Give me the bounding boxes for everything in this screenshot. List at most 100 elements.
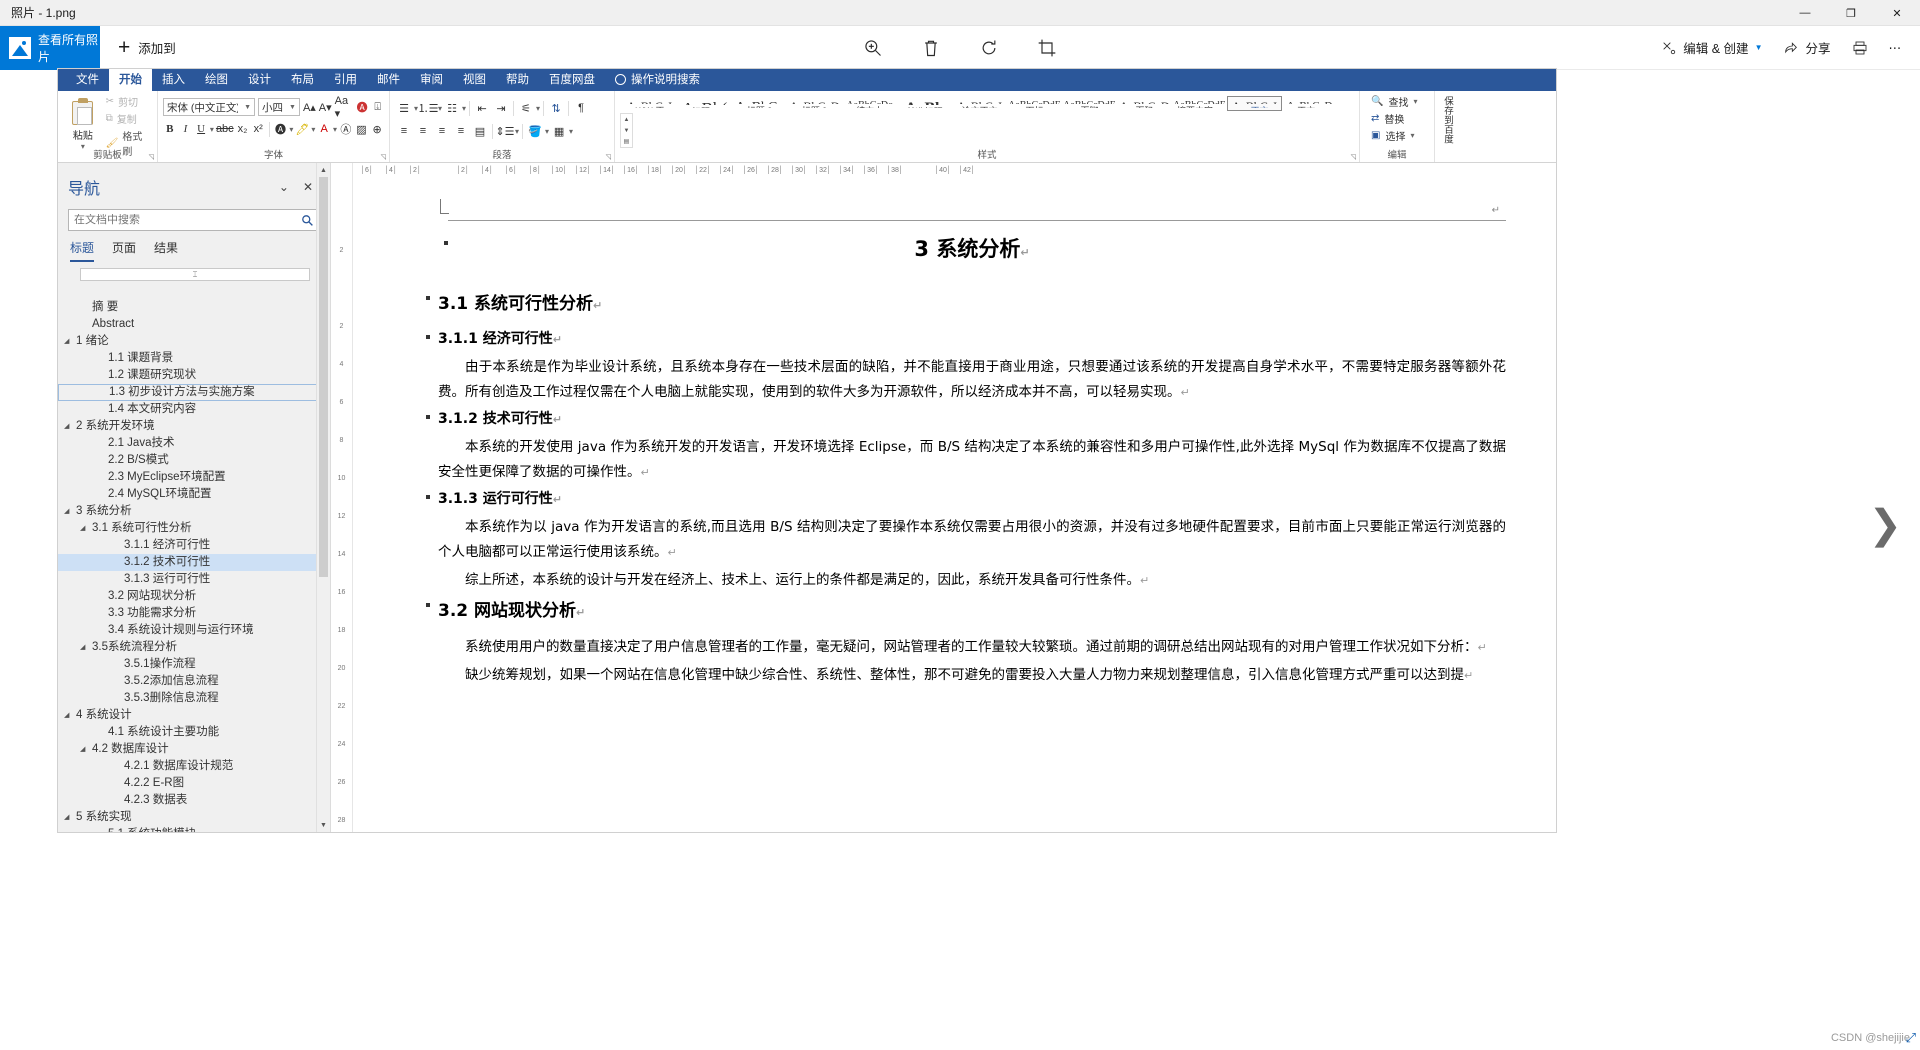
maximize-button[interactable]: ❐ bbox=[1828, 0, 1874, 26]
nav-item[interactable]: ◢ 3 系统分析 bbox=[58, 503, 330, 520]
font-size-combo[interactable]: 小四 ▼ bbox=[258, 98, 300, 116]
nav-item[interactable]: 4.2.2 E-R图 bbox=[58, 775, 330, 792]
nav-item[interactable]: 2.3 MyEclipse环境配置 bbox=[58, 469, 330, 486]
nav-item[interactable]: 3.1.3 运行可行性 bbox=[58, 571, 330, 588]
nav-item[interactable]: 4.2.1 数据库设计规范 bbox=[58, 758, 330, 775]
nav-item[interactable]: 2.1 Java技术 bbox=[58, 435, 330, 452]
tab-draw[interactable]: 绘图 bbox=[195, 69, 238, 91]
crop-icon[interactable] bbox=[1030, 31, 1064, 65]
nav-item[interactable]: 3.1.1 经济可行性 bbox=[58, 537, 330, 554]
nav-item[interactable]: 摘 要 bbox=[58, 299, 330, 316]
tab-insert[interactable]: 插入 bbox=[152, 69, 195, 91]
paragraph-dialog-launcher[interactable]: ◹ bbox=[606, 153, 611, 161]
borders-dropdown-icon[interactable]: ▾ bbox=[569, 127, 573, 136]
line-spacing-button[interactable]: ⇕☰ bbox=[495, 122, 514, 140]
nav-item[interactable]: 4.2.3 数据表 bbox=[58, 792, 330, 809]
align-right-button[interactable]: ≡ bbox=[433, 122, 451, 140]
align-center-button[interactable]: ≡ bbox=[414, 122, 432, 140]
increase-indent-button[interactable]: ⇥ bbox=[492, 99, 510, 117]
character-border-button[interactable]: Ⓐ bbox=[339, 120, 353, 138]
add-to-button[interactable]: + 添加到 bbox=[118, 37, 176, 58]
underline-dropdown-icon[interactable]: ▾ bbox=[210, 125, 214, 134]
font-family-combo[interactable]: 宋体 (中文正文) ▼ bbox=[163, 98, 255, 116]
document-page[interactable]: ↵ 3 系统分析↵ 3.1 系统可行性分析↵ 3.1.1 经济可行性↵ 由于本系统是… bbox=[353, 177, 1556, 832]
nav-item[interactable]: ◢ 4.2 数据库设计 bbox=[58, 741, 330, 758]
enclose-characters-button[interactable]: ⊕ bbox=[370, 120, 384, 138]
shrink-font-button[interactable]: A▾ bbox=[319, 98, 332, 116]
nav-item[interactable]: ◢ 3.5系统流程分析 bbox=[58, 639, 330, 656]
phonetic-guide-button[interactable]: ⍗ bbox=[371, 98, 384, 116]
nav-item[interactable]: ◢ 3.1 系统可行性分析 bbox=[58, 520, 330, 537]
show-formatting-marks-button[interactable]: ¶ bbox=[572, 99, 590, 117]
font-color-button[interactable]: A bbox=[317, 120, 331, 138]
asian-layout-button[interactable]: ⚟ bbox=[517, 99, 535, 117]
bold-button[interactable]: B bbox=[163, 120, 177, 138]
expand-arrow-icon[interactable]: ◢ bbox=[80, 639, 92, 656]
nav-item[interactable]: 3.1.2 技术可行性 bbox=[58, 554, 330, 571]
print-button[interactable] bbox=[1843, 33, 1877, 63]
nav-item[interactable]: 5.1 系统功能模块 bbox=[58, 826, 330, 832]
text-highlight-button[interactable]: 🖊 bbox=[295, 120, 309, 138]
tab-review[interactable]: 审阅 bbox=[410, 69, 453, 91]
resize-handle-icon[interactable]: ⤢ bbox=[1906, 1030, 1916, 1046]
scroll-thumb[interactable] bbox=[319, 177, 328, 577]
tab-help[interactable]: 帮助 bbox=[496, 69, 539, 91]
superscript-button[interactable]: x² bbox=[251, 120, 265, 138]
distribute-button[interactable]: ▤ bbox=[471, 122, 489, 140]
asian-layout-dropdown-icon[interactable]: ▾ bbox=[536, 104, 540, 113]
styles-dialog-launcher[interactable]: ◹ bbox=[1351, 153, 1356, 161]
multilevel-list-button[interactable]: ☷ bbox=[443, 99, 461, 117]
style-item[interactable]: AaBb基准标题 bbox=[897, 96, 952, 111]
horizontal-ruler[interactable]: │6│ │4│ │2│ │2│ │4│ │6│ │8│ │10│ │12│ │14│ │16│ │18… bbox=[353, 163, 1556, 177]
tab-references[interactable]: 引用 bbox=[324, 69, 367, 91]
styles-scroll[interactable]: ▲ ▼ ▤ bbox=[620, 113, 633, 148]
justify-button[interactable]: ≡ bbox=[452, 122, 470, 140]
search-input[interactable] bbox=[74, 214, 300, 226]
tab-mailings[interactable]: 邮件 bbox=[367, 69, 410, 91]
style-item[interactable]: AaBbCcD标题 9 bbox=[787, 96, 842, 111]
text-effects-dropdown-icon[interactable]: ▾ bbox=[289, 125, 293, 134]
expand-arrow-icon[interactable]: ◢ bbox=[64, 333, 76, 350]
more-options-button[interactable]: ⋯ bbox=[1880, 33, 1911, 62]
nav-item[interactable]: 2.4 MySQL环境配置 bbox=[58, 486, 330, 503]
navigation-splitter[interactable]: ⌶ bbox=[80, 268, 310, 281]
nav-tab-pages[interactable]: 页面 bbox=[112, 239, 136, 262]
navigation-scrollbar[interactable]: ▲ ▼ bbox=[316, 163, 330, 832]
nav-item[interactable]: 3.2 网站现状分析 bbox=[58, 588, 330, 605]
nav-item[interactable]: 1.2 课题研究现状 bbox=[58, 367, 330, 384]
style-item[interactable]: AaBbCcI↵ WW-正… bbox=[622, 96, 677, 111]
nav-item[interactable]: 2.2 B/S模式 bbox=[58, 452, 330, 469]
search-icon[interactable] bbox=[300, 213, 314, 227]
nav-tab-headings[interactable]: 标题 bbox=[70, 239, 95, 262]
scroll-up-icon[interactable]: ▲ bbox=[317, 163, 330, 177]
multilevel-dropdown-icon[interactable]: ▾ bbox=[462, 104, 466, 113]
tab-home[interactable]: 开始 bbox=[109, 69, 152, 91]
character-shading-button[interactable]: ▨ bbox=[355, 120, 369, 138]
text-effects-button[interactable]: 🅐 bbox=[274, 120, 288, 138]
nav-item[interactable]: 4.1 系统设计主要功能 bbox=[58, 724, 330, 741]
tab-layout[interactable]: 布局 bbox=[281, 69, 324, 91]
expand-arrow-icon[interactable]: ◢ bbox=[64, 809, 76, 826]
nav-item[interactable]: 3.3 功能需求分析 bbox=[58, 605, 330, 622]
line-spacing-dropdown-icon[interactable]: ▾ bbox=[515, 127, 519, 136]
zoom-icon[interactable] bbox=[856, 31, 890, 65]
style-item[interactable]: AaBbCcDdE下标 bbox=[1007, 96, 1062, 111]
tab-baidu-netdisk[interactable]: 百度网盘 bbox=[539, 69, 605, 91]
cut-button[interactable]: ✂ 剪切 bbox=[106, 94, 152, 109]
tell-me-search[interactable]: 操作说明搜索 bbox=[605, 69, 710, 91]
minimize-button[interactable]: — bbox=[1782, 0, 1828, 26]
font-color-dropdown-icon[interactable]: ▾ bbox=[333, 125, 337, 134]
document-scrollbar[interactable] bbox=[1544, 163, 1556, 832]
subscript-button[interactable]: x₂ bbox=[236, 120, 250, 138]
style-item[interactable]: AaBbCcDc纯文本 bbox=[842, 96, 897, 111]
numbering-dropdown-icon[interactable]: ▾ bbox=[438, 104, 442, 113]
expand-arrow-icon[interactable]: ◢ bbox=[64, 707, 76, 724]
nav-item[interactable]: 3.5.1操作流程 bbox=[58, 656, 330, 673]
nav-item[interactable]: 3.4 系统设计规则与运行环境 bbox=[58, 622, 330, 639]
replace-button[interactable]: ⇄ 替换 bbox=[1371, 111, 1423, 126]
copy-button[interactable]: ⧉ 复制 bbox=[106, 111, 152, 126]
style-item[interactable]: AaBbCcI↵ 正文 bbox=[1227, 96, 1282, 111]
sort-button[interactable]: ⇅ bbox=[547, 99, 565, 117]
tab-view[interactable]: 视图 bbox=[453, 69, 496, 91]
edit-create-button[interactable]: 编辑 & 创建 ▼ bbox=[1652, 31, 1771, 64]
